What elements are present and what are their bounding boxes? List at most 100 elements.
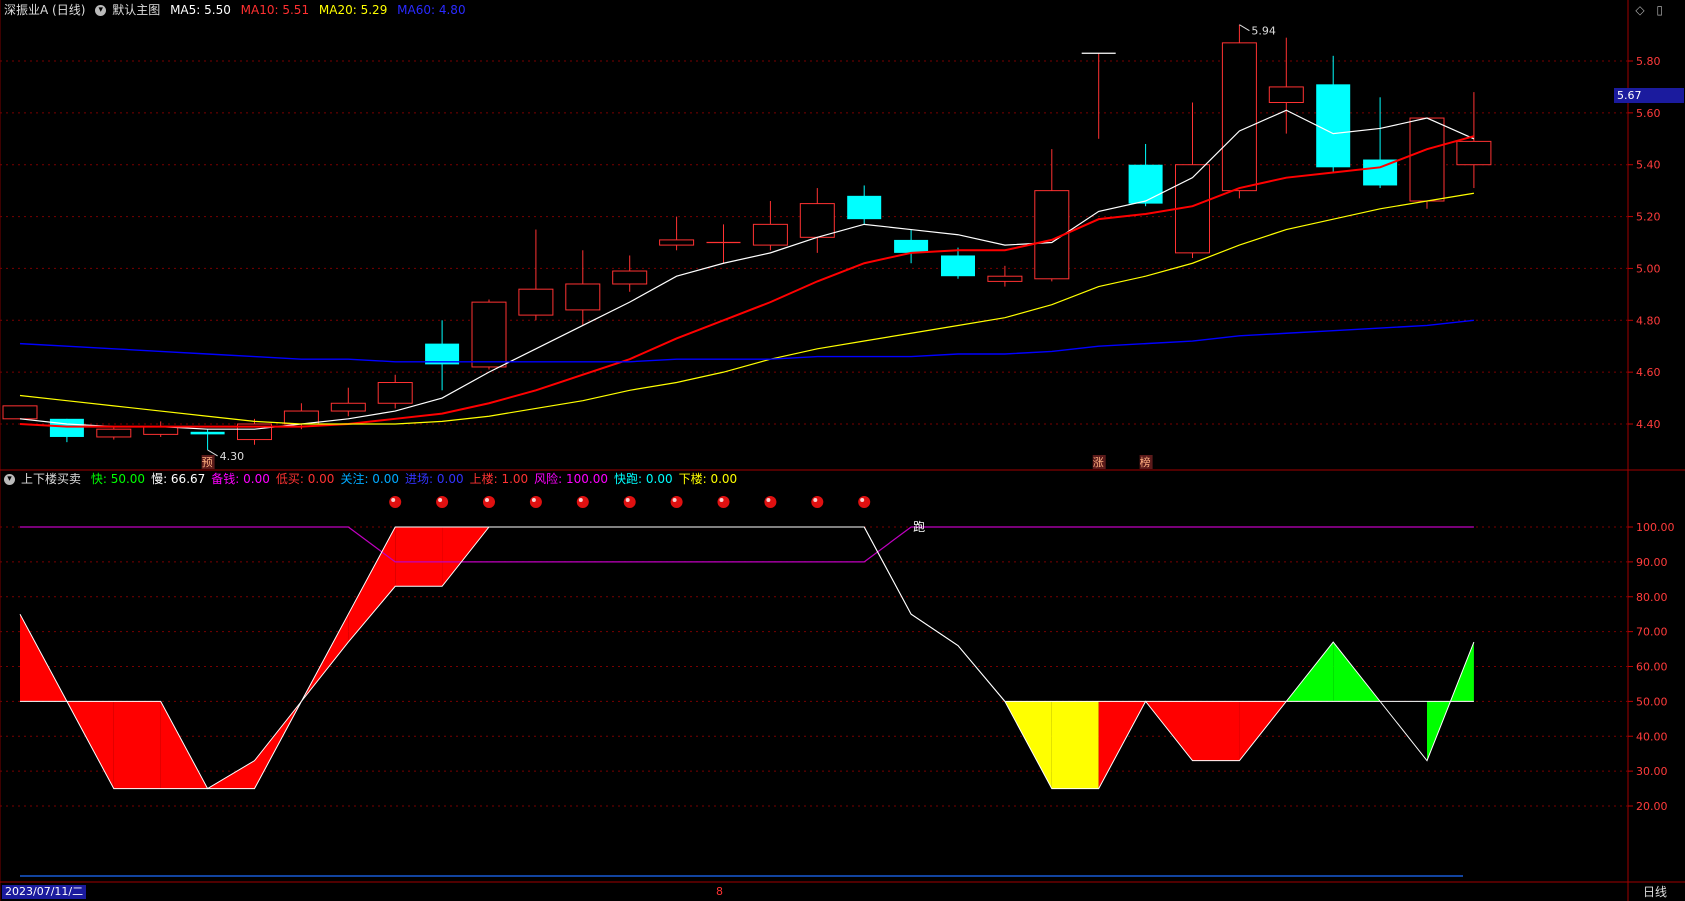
candle	[2, 405, 38, 420]
indicator-tick-label: 50.00	[1636, 695, 1668, 708]
ball-highlight	[719, 498, 724, 502]
ball-marker	[717, 496, 730, 508]
indicator-fill	[395, 527, 443, 587]
indicator-tick-label: 90.00	[1636, 556, 1668, 569]
candle	[706, 224, 741, 264]
price-tick-label: 5.40	[1636, 159, 1661, 172]
candle	[894, 229, 929, 264]
candle-body	[1316, 84, 1351, 168]
candle-body	[565, 283, 601, 311]
candle	[1268, 37, 1304, 134]
ball-marker	[623, 496, 636, 508]
candle-body	[612, 270, 648, 285]
risk-line	[20, 526, 1474, 563]
ball-marker	[389, 496, 402, 508]
candle	[96, 426, 132, 440]
ball-highlight	[438, 498, 443, 502]
candle	[565, 250, 601, 326]
candle-body	[752, 223, 788, 246]
candle-body	[799, 203, 835, 238]
signal-badge: 涨	[1093, 456, 1104, 469]
indicator-tick-label: 20.00	[1636, 800, 1668, 813]
ball-marker	[811, 496, 824, 508]
candle	[1175, 102, 1210, 259]
footer-month-marker: 8	[716, 885, 723, 898]
candle	[1128, 143, 1163, 207]
candle	[1034, 149, 1070, 282]
candle-body	[659, 239, 695, 246]
slow-line	[19, 526, 1475, 790]
ball-highlight	[625, 498, 630, 502]
candle	[143, 421, 179, 437]
candle-body	[1409, 117, 1445, 202]
candle	[987, 265, 1023, 287]
indicator-fill	[1192, 701, 1240, 761]
candle	[471, 299, 507, 370]
ball-marker	[764, 496, 777, 508]
ball-marker	[670, 496, 683, 508]
price-tick-label: 4.60	[1636, 366, 1661, 379]
candle	[1409, 117, 1445, 209]
price-tick-label: 5.60	[1636, 107, 1661, 120]
period-selector[interactable]: 日线	[1643, 885, 1667, 899]
indicator-fill	[113, 701, 161, 789]
annotation-label: 4.30	[220, 450, 245, 463]
ball-marker	[576, 496, 589, 508]
indicator-fill	[1051, 701, 1099, 789]
candle-body	[96, 428, 132, 438]
ball-marker	[483, 496, 495, 508]
candle-body	[847, 195, 882, 220]
candle	[1316, 55, 1351, 173]
ball-marker	[436, 496, 449, 508]
candle-body	[987, 275, 1023, 282]
candle-body	[894, 239, 929, 253]
candle	[425, 320, 460, 391]
signal-badge: 榜	[1140, 455, 1151, 469]
price-tick-label: 4.80	[1636, 314, 1661, 327]
price-tick-label: 5.00	[1636, 262, 1661, 275]
candle-body	[1128, 164, 1163, 204]
candle	[1221, 24, 1257, 199]
ma-line-ma60	[19, 319, 1474, 363]
indicator-tick-label: 80.00	[1636, 591, 1668, 604]
ball-highlight	[766, 498, 771, 502]
indicator-tick-label: 100.00	[1636, 521, 1675, 534]
ball-highlight	[391, 498, 396, 502]
candle	[330, 387, 366, 417]
candle	[1363, 97, 1398, 189]
candle-body	[190, 431, 225, 435]
run-label: 跑	[913, 520, 925, 534]
ball-marker	[529, 496, 542, 508]
ball-highlight	[672, 498, 677, 502]
candle	[799, 188, 835, 253]
candle-body	[49, 418, 84, 437]
stock-chart-window: 深振业A (日线) ▾ 默认主图 MA5: 5.50 MA10: 5.51 MA2…	[0, 0, 1685, 901]
indicator-tick-label: 60.00	[1636, 661, 1668, 674]
ball-highlight	[813, 498, 818, 502]
candle	[941, 247, 975, 279]
candle	[377, 374, 413, 409]
fast-line	[20, 526, 1474, 790]
indicator-tick-label: 70.00	[1636, 626, 1668, 639]
ball-highlight	[860, 498, 865, 502]
ball-highlight	[485, 498, 489, 502]
candle-body	[330, 402, 366, 412]
main-chart-area: 5.94 4.30 预 涨 榜	[2, 24, 1492, 469]
candle-body	[1456, 140, 1492, 166]
annotation-label: 5.94	[1251, 25, 1276, 38]
ball-highlight	[578, 498, 583, 502]
indicator-chart-area: 跑	[19, 496, 1475, 790]
indicator-tick-label: 30.00	[1636, 765, 1668, 778]
candle-body	[2, 405, 38, 420]
candle-body	[941, 255, 975, 277]
candle	[752, 201, 788, 251]
price-tick-label: 4.40	[1636, 418, 1661, 431]
ball-highlight	[531, 498, 536, 502]
ma-line-ma20	[19, 192, 1474, 425]
candle-body	[1221, 42, 1257, 192]
candle-body	[283, 410, 319, 425]
candle	[518, 229, 554, 321]
current-price-label: 5.67	[1614, 87, 1684, 103]
price-axis: 5.80 5.60 5.40 5.20 5.00 4.80 4.60 4.40 100.00 90…	[1628, 55, 1675, 813]
candle-body	[471, 301, 507, 368]
